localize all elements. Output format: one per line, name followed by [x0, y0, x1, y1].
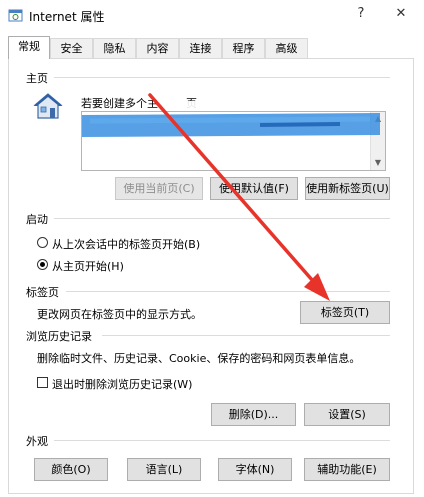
red-arrow-annotation: [148, 93, 330, 301]
tab-general[interactable]: 常规: [8, 36, 50, 59]
